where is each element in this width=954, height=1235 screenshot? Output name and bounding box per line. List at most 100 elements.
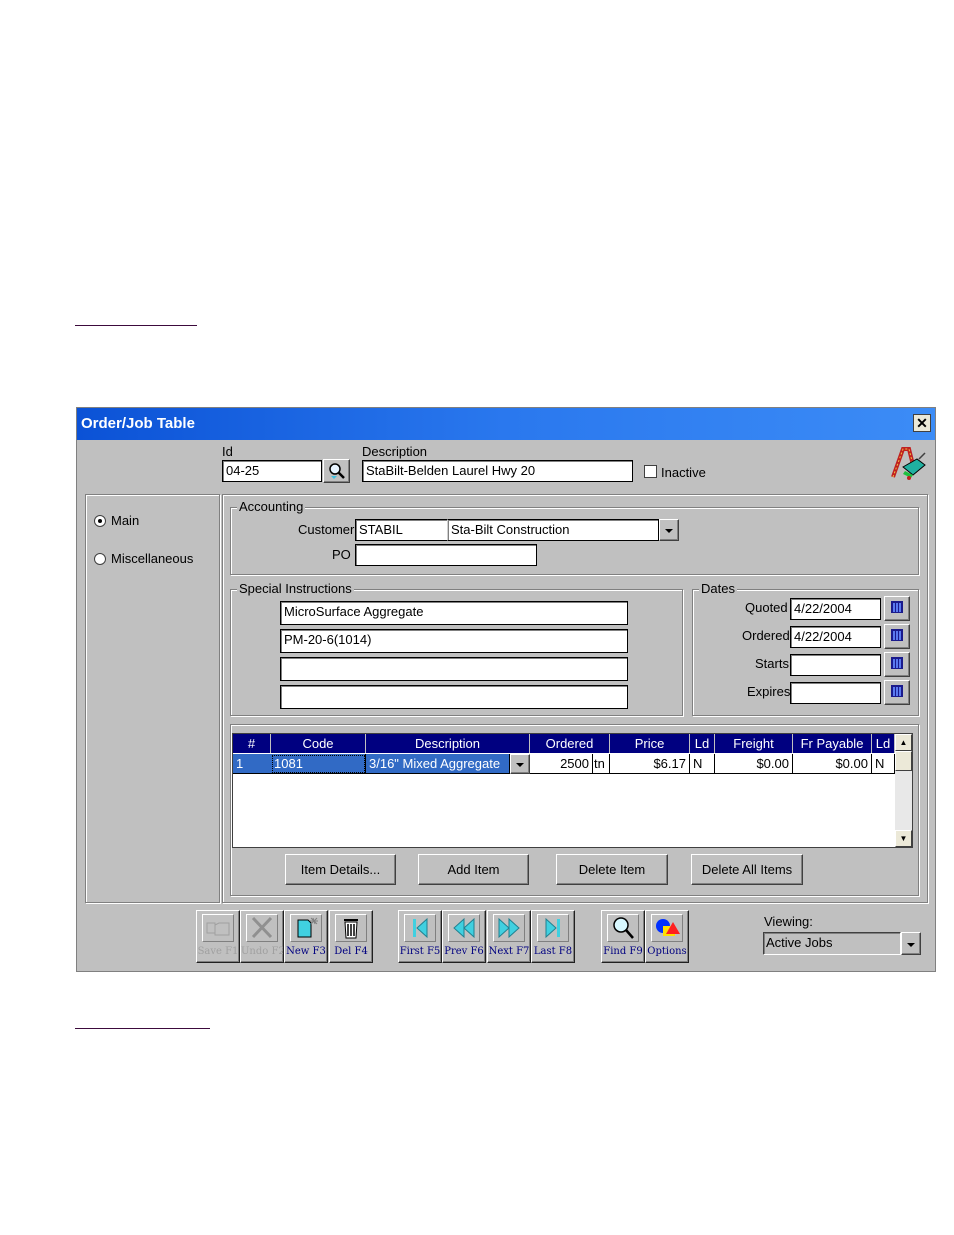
cell-code[interactable]: 1081 xyxy=(271,754,366,774)
quoted-label: Quoted xyxy=(745,600,788,615)
document-rule-bottom xyxy=(75,1028,210,1029)
scroll-up-button[interactable]: ▲ xyxy=(895,734,912,751)
chevron-down-icon xyxy=(907,943,915,947)
customer-name-input[interactable]: Sta-Bilt Construction xyxy=(447,519,659,541)
instruction-line-2[interactable]: PM-20-6(1014) xyxy=(280,629,628,653)
ordered-label: Ordered xyxy=(742,628,790,643)
column-header-number[interactable]: # xyxy=(233,734,271,753)
new-document-icon xyxy=(290,914,322,942)
description-input[interactable]: StaBilt-Belden Laurel Hwy 20 xyxy=(362,460,633,482)
cell-price[interactable]: $6.17 xyxy=(610,754,690,774)
cell-fr-payable[interactable]: $0.00 xyxy=(793,754,872,774)
inactive-label: Inactive xyxy=(661,465,706,480)
calendar-icon xyxy=(891,629,903,641)
items-grid: # Code Description Ordered Price Ld Frei… xyxy=(232,733,913,848)
save-icon xyxy=(202,914,234,942)
delete-item-button[interactable]: Delete Item xyxy=(556,854,668,885)
quoted-date-input[interactable]: 4/22/2004 xyxy=(790,598,881,620)
viewing-dropdown-button[interactable] xyxy=(901,932,921,955)
cell-description[interactable]: 3/16" Mixed Aggregate xyxy=(366,754,510,774)
trash-icon xyxy=(335,914,367,942)
first-record-button[interactable]: First F5 xyxy=(398,910,442,963)
undo-button[interactable]: Undo F2 xyxy=(240,910,284,963)
viewing-select[interactable]: Active Jobs xyxy=(763,932,901,955)
document-rule-top xyxy=(75,325,197,326)
instruction-line-1[interactable]: MicroSurface Aggregate xyxy=(280,601,628,625)
new-button[interactable]: New F3 xyxy=(284,910,328,963)
customer-dropdown-button[interactable] xyxy=(659,519,679,541)
column-header-freight[interactable]: Freight xyxy=(715,734,793,753)
delete-all-items-button[interactable]: Delete All Items xyxy=(691,854,803,885)
accounting-group: Accounting xyxy=(230,499,919,575)
accounting-title: Accounting xyxy=(237,499,306,514)
dates-title: Dates xyxy=(699,581,737,596)
fast-forward-icon xyxy=(493,914,525,942)
id-input[interactable]: 04-25 xyxy=(222,460,322,482)
calendar-icon xyxy=(891,601,903,613)
column-header-description[interactable]: Description xyxy=(366,734,530,753)
cell-ld[interactable]: N xyxy=(690,754,715,774)
options-button[interactable]: Options xyxy=(645,910,689,963)
next-record-button[interactable]: Next F7 xyxy=(487,910,531,963)
expires-calendar-button[interactable] xyxy=(884,680,910,705)
options-shapes-icon xyxy=(651,914,683,942)
instruction-line-4[interactable] xyxy=(280,685,628,709)
scroll-thumb[interactable] xyxy=(895,751,912,771)
customer-label: Customer xyxy=(298,522,355,537)
expires-label: Expires xyxy=(747,684,791,699)
undo-x-icon xyxy=(246,914,278,942)
description-dropdown-button[interactable] xyxy=(510,754,530,774)
column-header-price[interactable]: Price xyxy=(610,734,690,753)
starts-label: Starts xyxy=(755,656,789,671)
po-label: PO xyxy=(332,547,351,562)
customer-code-input[interactable]: STABIL xyxy=(355,519,451,541)
special-instructions-title: Special Instructions xyxy=(237,581,354,596)
cell-unit[interactable]: tn xyxy=(593,754,610,774)
close-icon: ✕ xyxy=(916,415,928,431)
inactive-checkbox[interactable] xyxy=(644,465,657,478)
po-input[interactable] xyxy=(355,544,537,566)
column-header-ld-2[interactable]: Ld xyxy=(872,734,895,753)
viewing-label: Viewing: xyxy=(764,914,813,929)
column-header-ordered[interactable]: Ordered xyxy=(530,734,610,753)
cell-ordered[interactable]: 2500 xyxy=(530,754,593,774)
delete-button[interactable]: Del F4 xyxy=(329,910,373,963)
chevron-down-icon xyxy=(665,529,673,533)
find-button[interactable]: Find F9 xyxy=(601,910,645,963)
quoted-calendar-button[interactable] xyxy=(884,596,910,621)
instruction-line-3[interactable] xyxy=(280,657,628,681)
cell-ld-2[interactable]: N xyxy=(872,754,895,774)
find-magnifier-icon xyxy=(607,914,639,942)
starts-calendar-button[interactable] xyxy=(884,652,910,677)
order-job-window: Order/Job Table ✕ Id 04-25 Description S… xyxy=(76,407,936,972)
magnifier-icon xyxy=(328,463,345,479)
item-details-button[interactable]: Item Details... xyxy=(285,854,396,885)
chevron-down-icon xyxy=(516,763,524,767)
save-button[interactable]: Save F1 xyxy=(196,910,240,963)
radio-miscellaneous[interactable] xyxy=(94,553,106,565)
id-lookup-button[interactable] xyxy=(323,459,350,483)
expires-date-input[interactable] xyxy=(790,682,881,704)
radio-miscellaneous-label: Miscellaneous xyxy=(111,551,194,566)
add-item-button[interactable]: Add Item xyxy=(418,854,529,885)
scroll-down-button[interactable]: ▼ xyxy=(895,830,912,847)
title-bar: Order/Job Table ✕ xyxy=(77,408,935,440)
column-header-fr-payable[interactable]: Fr Payable xyxy=(793,734,872,753)
last-record-button[interactable]: Last F8 xyxy=(531,910,575,963)
first-icon xyxy=(404,914,436,942)
app-logo-icon xyxy=(891,447,926,480)
ordered-calendar-button[interactable] xyxy=(884,624,910,649)
column-header-ld[interactable]: Ld xyxy=(690,734,715,753)
description-label: Description xyxy=(362,444,428,459)
column-header-code[interactable]: Code xyxy=(271,734,366,753)
cell-number[interactable]: 1 xyxy=(233,754,271,774)
rewind-icon xyxy=(448,914,480,942)
last-icon xyxy=(537,914,569,942)
grid-vertical-scrollbar[interactable]: ▲ ▼ xyxy=(895,734,912,847)
close-button[interactable]: ✕ xyxy=(913,414,931,432)
cell-freight[interactable]: $0.00 xyxy=(715,754,793,774)
radio-main[interactable] xyxy=(94,515,106,527)
ordered-date-input[interactable]: 4/22/2004 xyxy=(790,626,881,648)
starts-date-input[interactable] xyxy=(790,654,881,676)
previous-record-button[interactable]: Prev F6 xyxy=(442,910,486,963)
